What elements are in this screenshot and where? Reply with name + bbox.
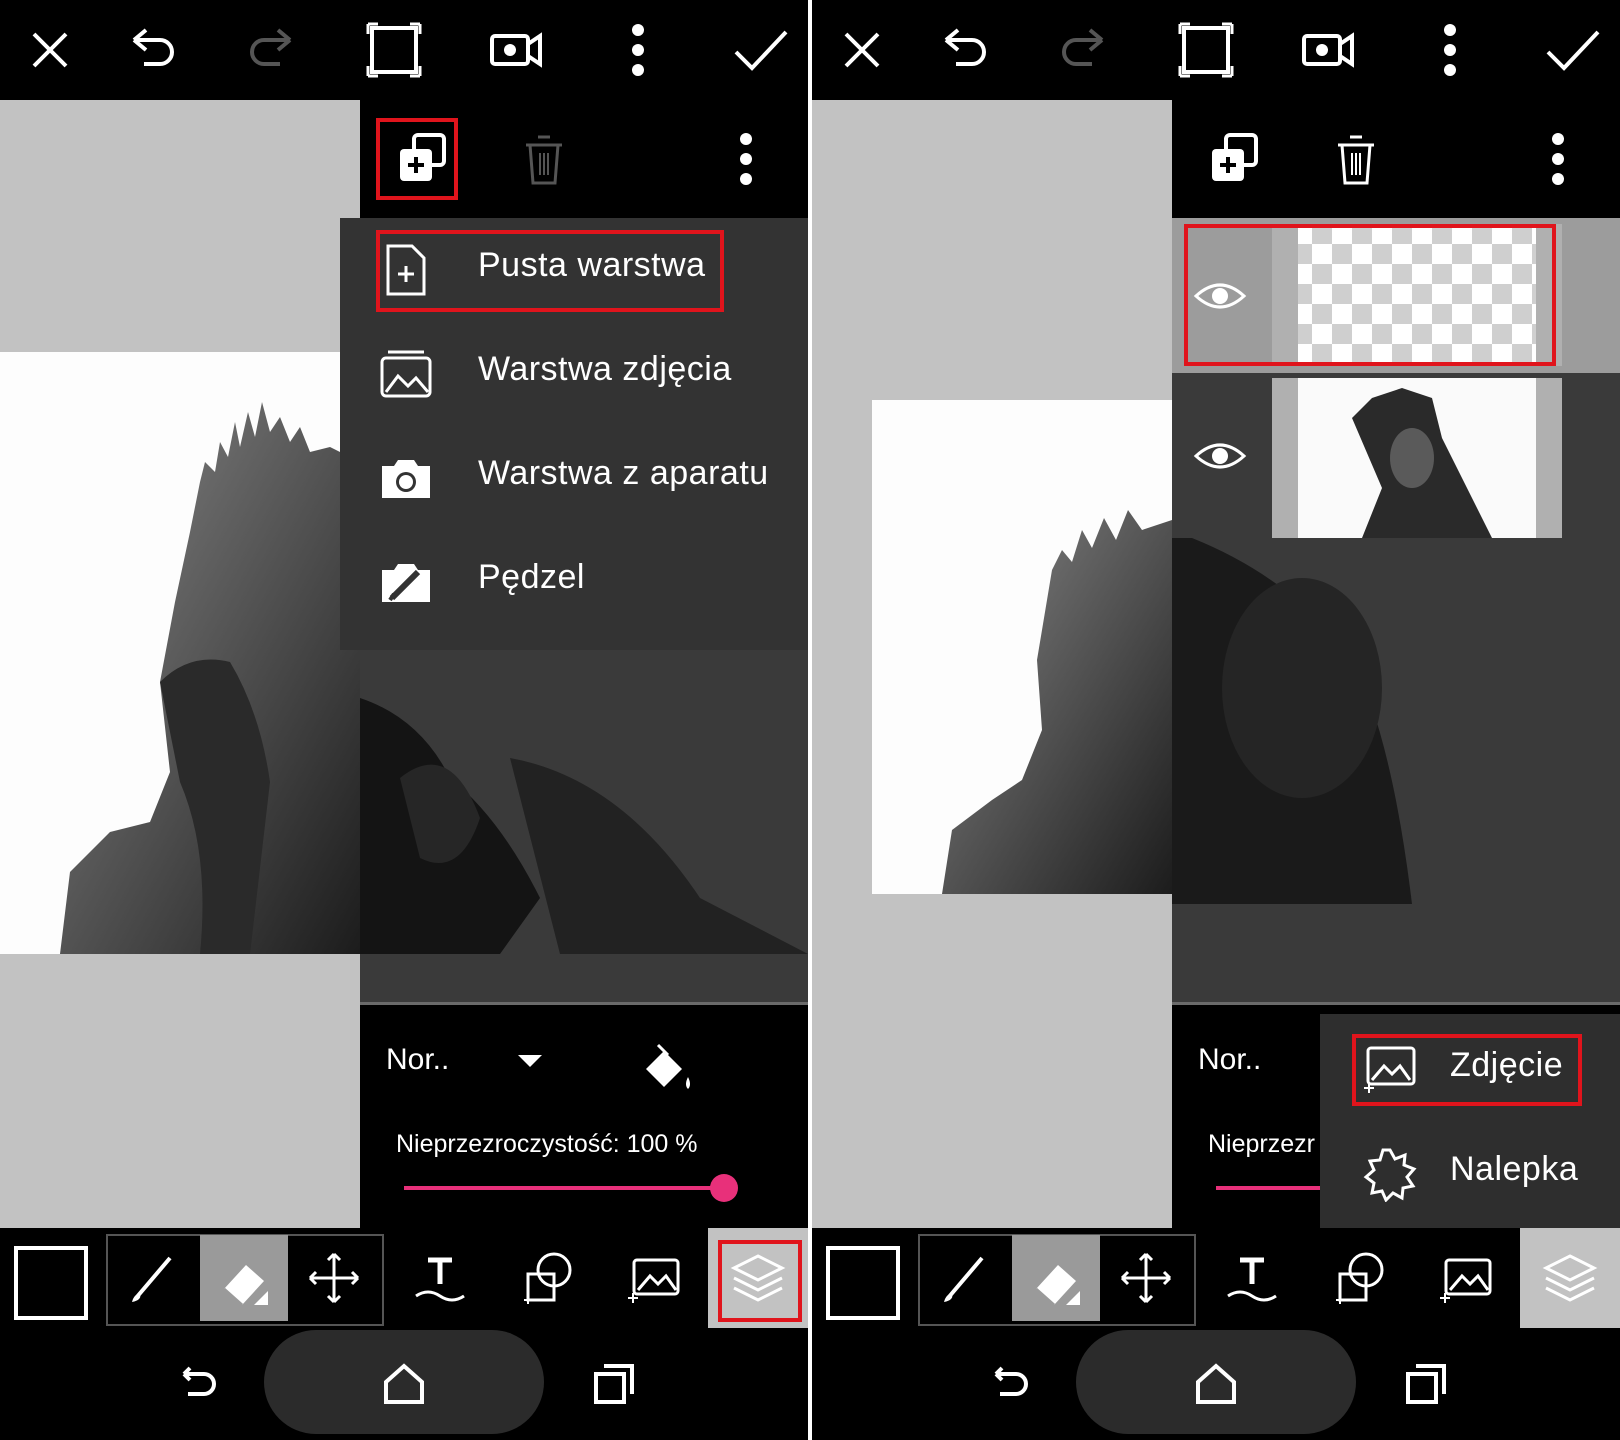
color-swatch[interactable] [6,1232,94,1324]
canvas-photo [0,352,360,954]
menu-item-blank-layer[interactable]: Pusta warstwa [340,218,808,322]
eraser-icon[interactable] [1012,1235,1100,1321]
color-swatch[interactable] [818,1232,906,1324]
fill-bucket-icon[interactable] [638,1039,698,1099]
brush-icon[interactable] [922,1232,1010,1324]
canvas[interactable]: Pusta warstwa Warstwa zdjęcia Warstwa z … [0,100,808,1228]
back-icon[interactable] [980,1356,1036,1412]
popup-item-sticker[interactable]: Nalepka [1320,1120,1620,1228]
blend-mode-select[interactable]: Nor.. [1198,1043,1261,1077]
right-screenshot: Nor.. Nieprzezr Zdjęcie Nalepka [812,0,1620,1440]
delete-icon[interactable] [512,127,576,191]
layer-strip [1172,904,1620,1002]
undo-icon[interactable] [120,18,184,82]
more-vert-icon[interactable] [1526,127,1590,191]
bottom-toolbar [0,1228,808,1328]
shape-icon[interactable] [1316,1232,1404,1324]
layer-thumbnail-photo [1272,378,1562,538]
video-icon[interactable] [484,18,548,82]
more-vert-icon[interactable] [1418,18,1482,82]
layers-toolbar [360,100,808,218]
opacity-slider-handle[interactable] [710,1174,738,1202]
layer-row-photo[interactable] [1172,378,1620,538]
brush-icon[interactable] [110,1232,198,1324]
check-icon[interactable] [728,18,792,82]
layer-thumbnail-transparent [1272,224,1562,366]
video-icon[interactable] [1296,18,1360,82]
text-icon[interactable] [396,1232,484,1324]
redo-icon[interactable] [240,18,304,82]
add-image-icon [1362,1040,1418,1096]
eye-icon[interactable] [1192,428,1248,484]
menu-label: Warstwa z aparatu [478,454,769,492]
undo-icon[interactable] [932,18,996,82]
delete-icon[interactable] [1324,127,1388,191]
image-add-icon[interactable] [610,1232,698,1324]
camera-icon [378,450,434,506]
layer-properties: Nor.. Nieprzezroczystość: 100 % [360,1005,808,1228]
popup-label: Nalepka [1450,1150,1579,1188]
canvas[interactable]: Nor.. Nieprzezr Zdjęcie Nalepka [812,100,1620,1228]
more-vert-icon[interactable] [714,127,778,191]
layers-panel [1172,100,1620,1005]
recents-icon[interactable] [1398,1356,1454,1412]
text-icon[interactable] [1208,1232,1296,1324]
image-icon [378,346,434,402]
opacity-label: Nieprzezr [1208,1130,1315,1158]
close-icon[interactable] [18,18,82,82]
left-screenshot: Pusta warstwa Warstwa zdjęcia Warstwa z … [0,0,808,1440]
redo-icon[interactable] [1052,18,1116,82]
popup-label: Zdjęcie [1450,1046,1564,1084]
menu-item-camera-layer[interactable]: Warstwa z aparatu [340,426,808,530]
system-nav [0,1328,808,1440]
add-layer-icon[interactable] [1202,127,1266,191]
menu-label: Pędzel [478,558,585,596]
top-toolbar [812,0,1620,98]
crop-frame-icon[interactable] [1174,18,1238,82]
menu-label: Pusta warstwa [478,246,706,284]
opacity-slider-track[interactable] [1216,1186,1326,1190]
menu-item-photo-layer[interactable]: Warstwa zdjęcia [340,322,808,426]
eraser-icon[interactable] [200,1235,288,1321]
layer-strip [360,956,808,1000]
home-icon[interactable] [376,1356,432,1412]
canvas-photo [872,400,1172,894]
menu-item-brush[interactable]: Pędzel [340,530,808,634]
brush-camera-icon [378,554,434,610]
close-icon[interactable] [830,18,894,82]
image-add-icon[interactable] [1422,1232,1510,1324]
move-icon[interactable] [290,1232,378,1324]
bottom-toolbar [812,1228,1620,1328]
sticker-icon [1362,1146,1418,1203]
back-icon[interactable] [168,1356,224,1412]
add-photo-popup: Zdjęcie Nalepka [1320,1014,1620,1228]
more-vert-icon[interactable] [606,18,670,82]
layer-preview-dark [1172,538,1620,904]
recents-icon[interactable] [586,1356,642,1412]
blend-mode-select[interactable]: Nor.. [386,1043,449,1077]
shape-icon[interactable] [504,1232,592,1324]
add-layer-icon[interactable] [390,127,454,191]
layer-row-empty[interactable] [1172,218,1620,373]
chevron-down-icon[interactable] [518,1055,542,1067]
popup-item-photo[interactable]: Zdjęcie [1320,1014,1620,1120]
crop-frame-icon[interactable] [362,18,426,82]
opacity-label: Nieprzezroczystość: 100 % [396,1130,698,1158]
eye-icon[interactable] [1192,268,1248,324]
layers-button[interactable] [1520,1228,1620,1328]
top-toolbar [0,0,808,98]
check-icon[interactable] [1540,18,1604,82]
blank-page-icon [378,242,434,298]
layers-toolbar [1172,100,1620,218]
add-layer-menu: Pusta warstwa Warstwa zdjęcia Warstwa z … [340,218,808,650]
home-icon[interactable] [1188,1356,1244,1412]
system-nav [812,1328,1620,1440]
opacity-slider-track[interactable] [404,1186,724,1190]
move-icon[interactable] [1102,1232,1190,1324]
menu-label: Warstwa zdjęcia [478,350,732,388]
layers-button[interactable] [708,1228,808,1328]
